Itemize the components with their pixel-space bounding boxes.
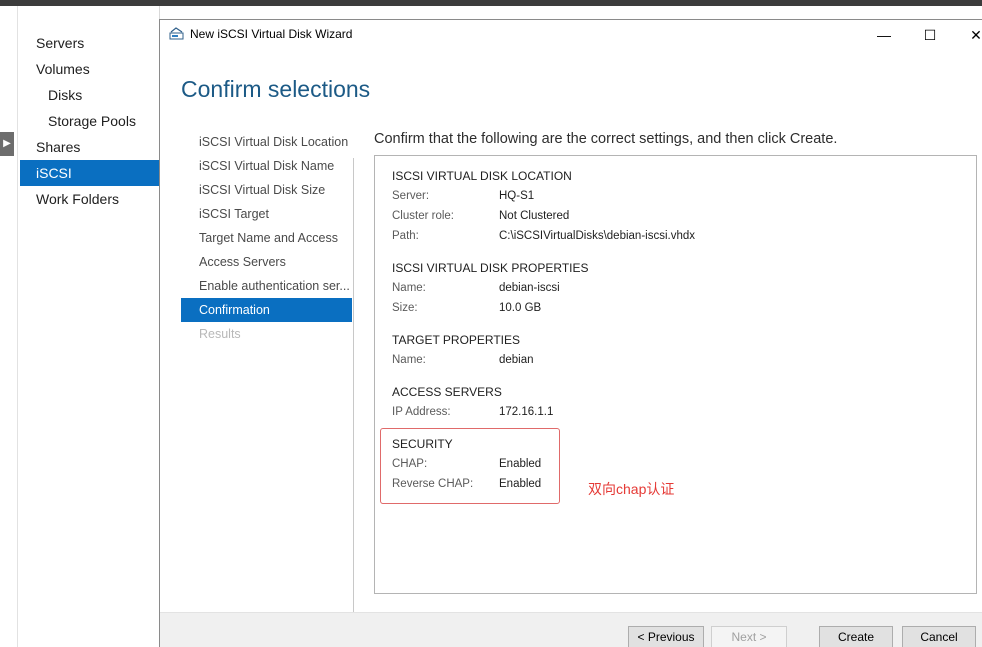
step-disk-name[interactable]: iSCSI Virtual Disk Name (181, 154, 352, 178)
confirm-instruction: Confirm that the following are the corre… (374, 131, 838, 147)
setting-value: debian (499, 354, 534, 366)
nav-item-servers[interactable]: Servers (20, 30, 159, 56)
step-enable-authentication[interactable]: Enable authentication ser... (181, 274, 352, 298)
step-disk-size[interactable]: iSCSI Virtual Disk Size (181, 178, 352, 202)
page-title: Confirm selections (181, 76, 371, 102)
setting-row: Path: C:\iSCSIVirtualDisks\debian-iscsi.v… (392, 226, 695, 246)
settings-summary-panel: ISCSI VIRTUAL DISK LOCATION Server: HQ-S1… (374, 155, 977, 594)
minimize-icon[interactable]: — (861, 20, 907, 50)
setting-key: IP Address: (392, 406, 451, 418)
step-access-servers[interactable]: Access Servers (181, 250, 352, 274)
setting-key: Name: (392, 282, 426, 294)
section-access-servers: ACCESS SERVERS IP Address: 172.16.1.1 (392, 382, 553, 422)
section-target-properties: TARGET PROPERTIES Name: debian (392, 330, 534, 370)
setting-key: Name: (392, 354, 426, 366)
setting-row: IP Address: 172.16.1.1 (392, 402, 553, 422)
section-title: TARGET PROPERTIES (392, 333, 521, 347)
step-disk-location[interactable]: iSCSI Virtual Disk Location (181, 130, 352, 154)
section-title: ISCSI VIRTUAL DISK PROPERTIES (392, 261, 589, 275)
setting-value: 172.16.1.1 (499, 406, 554, 418)
setting-row: Server: HQ-S1 (392, 186, 695, 206)
nav-item-volumes[interactable]: Volumes (20, 56, 159, 82)
setting-key: Size: (392, 302, 418, 314)
step-confirmation[interactable]: Confirmation (181, 298, 352, 322)
setting-key: Path: (392, 230, 419, 242)
step-target-name-access[interactable]: Target Name and Access (181, 226, 352, 250)
section-disk-location: ISCSI VIRTUAL DISK LOCATION Server: HQ-S1… (392, 166, 695, 246)
wizard-steps: iSCSI Virtual Disk Location iSCSI Virtua… (181, 130, 352, 346)
steps-divider (353, 158, 354, 613)
setting-row: Cluster role: Not Clustered (392, 206, 695, 226)
maximize-icon[interactable]: ☐ (907, 20, 953, 50)
dialog-footer: < Previous Next > Create Cancel (160, 612, 982, 647)
step-results: Results (199, 327, 241, 341)
expand-arrow-icon[interactable]: ▶ (0, 132, 14, 156)
next-button: Next > (711, 626, 787, 647)
previous-button[interactable]: < Previous (628, 626, 704, 647)
setting-row: Name: debian-iscsi (392, 278, 589, 298)
setting-row: Name: debian (392, 350, 534, 370)
iscsi-wizard-icon (169, 27, 184, 41)
cancel-button[interactable]: Cancel (902, 626, 976, 647)
setting-value: HQ-S1 (499, 190, 535, 202)
step-iscsi-target[interactable]: iSCSI Target (181, 202, 352, 226)
create-button[interactable]: Create (819, 626, 893, 647)
nav-collapse-strip (0, 6, 18, 647)
nav-item-storage-pools[interactable]: Storage Pools (20, 108, 159, 134)
nav-item-work-folders[interactable]: Work Folders (20, 186, 159, 212)
setting-value: 10.0 GB (499, 302, 542, 314)
setting-key: Server: (392, 190, 430, 202)
setting-key: Cluster role: (392, 210, 454, 222)
security-highlight-box (380, 428, 560, 504)
close-icon[interactable]: ✕ (953, 20, 982, 50)
dialog-titlebar: New iSCSI Virtual Disk Wizard — ☐ ✕ (160, 20, 982, 50)
section-title: ISCSI VIRTUAL DISK LOCATION (392, 169, 572, 183)
nav-item-iscsi[interactable]: iSCSI (20, 160, 159, 186)
nav-item-shares[interactable]: Shares (20, 134, 159, 160)
dialog-title: New iSCSI Virtual Disk Wizard (190, 27, 353, 41)
setting-row: Size: 10.0 GB (392, 298, 589, 318)
annotation-text: 双向chap认证 (588, 481, 675, 497)
section-title: ACCESS SERVERS (392, 385, 502, 399)
nav-item-disks[interactable]: Disks (20, 82, 159, 108)
setting-value: C:\iSCSIVirtualDisks\debian-iscsi.vhdx (499, 230, 695, 242)
setting-value: debian-iscsi (499, 282, 560, 294)
wizard-dialog: New iSCSI Virtual Disk Wizard — ☐ ✕ Conf… (159, 19, 982, 647)
setting-value: Not Clustered (499, 210, 570, 222)
section-disk-properties: ISCSI VIRTUAL DISK PROPERTIES Name: debia… (392, 258, 589, 318)
